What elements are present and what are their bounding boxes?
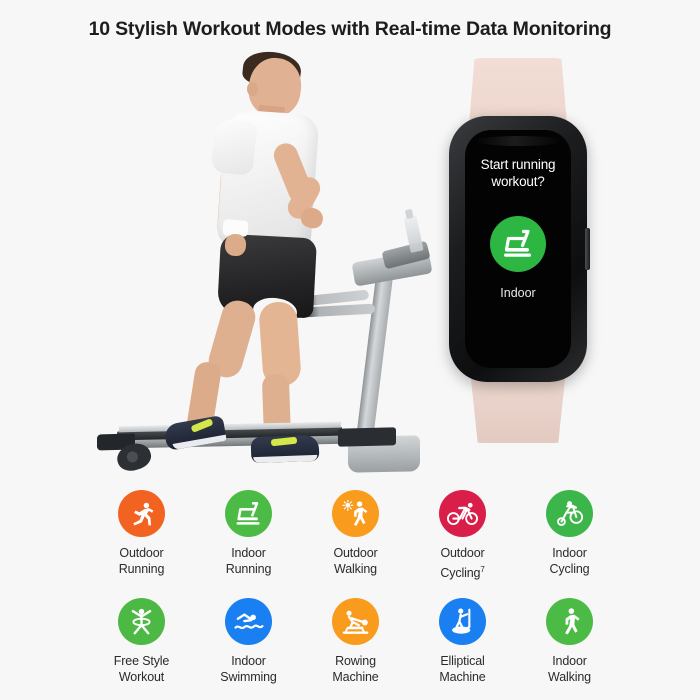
mode-indoor-running[interactable]: Indoor Running <box>195 490 302 581</box>
mode-label: Indoor Cycling <box>549 546 590 576</box>
mode-icon-circle <box>332 490 379 537</box>
rowing-machine-icon <box>341 609 371 635</box>
spin-bike-icon <box>555 500 585 527</box>
mode-outdoor-running[interactable]: Outdoor Running <box>88 490 195 581</box>
mode-icon-circle <box>439 598 486 646</box>
page-title: 10 Stylish Workout Modes with Real-time … <box>88 18 612 40</box>
running-person-icon <box>128 500 156 528</box>
mode-icon-circle <box>118 598 165 646</box>
road-cyclist-icon <box>447 502 478 526</box>
mode-icon-circle <box>225 598 272 646</box>
watch-screen-glare <box>475 136 563 146</box>
free-style-workout-icon <box>127 607 156 636</box>
mode-label: Free Style Workout <box>113 654 170 684</box>
watch-side-button[interactable] <box>585 228 590 270</box>
workout-modes-row-1: Outdoor Running Indoor Running Outdoor W… <box>88 490 623 581</box>
mode-indoor-swimming[interactable]: Indoor Swimming <box>195 598 302 685</box>
mode-label: Outdoor Walking <box>333 546 378 576</box>
mode-label: Rowing Machine <box>332 654 379 684</box>
watch-prompt-text: Start running workout? <box>480 157 556 189</box>
person-ear <box>247 82 258 96</box>
treadmill-endcap-right <box>338 427 396 447</box>
mode-label: Indoor Walking <box>548 654 591 684</box>
person-sleeve <box>210 117 258 177</box>
mode-icon-circle <box>225 490 272 537</box>
mode-label: Indoor Swimming <box>220 654 277 684</box>
mode-label: Outdoor Running <box>118 546 165 576</box>
mode-icon-circle <box>546 490 593 537</box>
mode-label: Indoor Running <box>225 546 272 576</box>
mode-icon-circle <box>546 598 593 646</box>
mode-rowing-machine[interactable]: Rowing Machine <box>302 598 409 685</box>
mode-outdoor-cycling[interactable]: Outdoor Cycling7 <box>409 490 516 581</box>
person-hand-back <box>224 233 247 257</box>
watch-screen[interactable]: Start running workout? Indoor <box>465 130 571 368</box>
mode-indoor-walking[interactable]: Indoor Walking <box>516 598 623 685</box>
treadmill-icon <box>501 229 535 259</box>
mode-icon-circle <box>439 490 486 537</box>
watch-case: Start running workout? Indoor <box>449 116 590 382</box>
mode-label: Outdoor Cycling7 <box>440 546 485 580</box>
smart-watch: Start running workout? Indoor <box>443 58 593 443</box>
mode-icon-circle <box>118 490 165 537</box>
mode-icon-circle <box>332 598 379 646</box>
hero-section: Start running workout? Indoor <box>0 49 700 490</box>
swimmer-icon <box>234 610 264 634</box>
workout-modes-row-2: Free Style Workout Indoor Swimming Rowin… <box>88 598 623 685</box>
elliptical-machine-icon <box>449 607 477 636</box>
mode-free-style-workout[interactable]: Free Style Workout <box>88 598 195 685</box>
watch-treadmill-icon-button[interactable] <box>490 216 546 272</box>
mode-elliptical-machine[interactable]: Elliptical Machine <box>409 598 516 685</box>
walking-person-sun-icon <box>341 499 370 528</box>
mode-label-superscript: 7 <box>480 564 485 574</box>
treadmill-scene <box>95 49 440 490</box>
watch-subtitle: Indoor <box>500 286 536 300</box>
treadmill-icon <box>234 501 263 527</box>
mode-label: Elliptical Machine <box>439 654 486 684</box>
mode-indoor-cycling[interactable]: Indoor Cycling <box>516 490 623 581</box>
walking-person-icon <box>557 607 583 636</box>
mode-outdoor-walking[interactable]: Outdoor Walking <box>302 490 409 581</box>
workout-modes-grid: Outdoor Running Indoor Running Outdoor W… <box>88 490 623 685</box>
